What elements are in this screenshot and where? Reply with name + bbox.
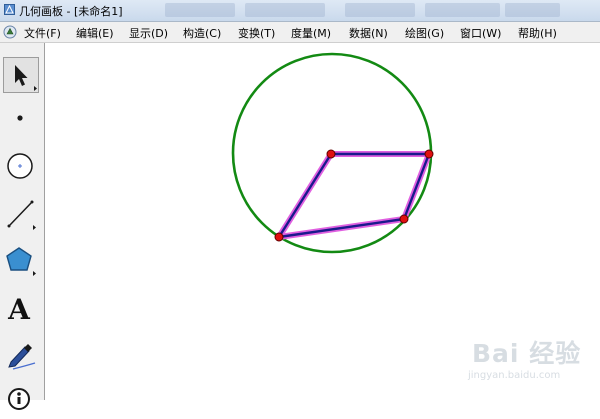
background-tab: [425, 3, 500, 17]
title-bar: 几何画板 - [未命名1]: [0, 0, 600, 22]
app-icon: [4, 4, 15, 15]
info-icon: [8, 388, 30, 410]
text-icon: A: [7, 293, 31, 326]
straightedge-tool[interactable]: [3, 197, 39, 233]
menu-data[interactable]: 数据(N): [349, 25, 388, 41]
background-tab: [345, 3, 415, 17]
menu-graph[interactable]: 绘图(G): [405, 25, 444, 41]
point[interactable]: [274, 232, 284, 242]
watermark-url: jingyan.baidu.com: [468, 370, 561, 381]
baidu-watermark: Bai 经验 jingyan.baidu.com: [462, 330, 592, 392]
background-tab: [165, 3, 235, 17]
info-tool[interactable]: [3, 383, 39, 419]
menu-display[interactable]: 显示(D): [129, 25, 168, 41]
straightedge-line-icon: [7, 200, 36, 230]
background-tab: [505, 3, 560, 17]
background-tab: [245, 3, 325, 17]
menu-help[interactable]: 帮助(H): [518, 25, 557, 41]
polygon-tool[interactable]: [3, 243, 39, 279]
watermark-text: Bai 经验: [472, 339, 582, 368]
menu-construct[interactable]: 构造(C): [183, 25, 221, 41]
menu-file[interactable]: 文件(F): [24, 25, 61, 41]
point-tool[interactable]: [3, 101, 39, 137]
compass-tool[interactable]: [3, 149, 39, 185]
marker-tool[interactable]: [3, 336, 39, 372]
toolbox: A: [0, 43, 45, 410]
quadrilateral-highlight: [276, 151, 432, 240]
menu-window[interactable]: 窗口(W): [460, 25, 501, 41]
marker-pen-icon: [8, 344, 36, 370]
arrow-select-icon: [15, 65, 37, 91]
compass-circle-icon: [7, 153, 33, 179]
document-icon[interactable]: [3, 25, 17, 39]
menu-transform[interactable]: 变换(T): [238, 25, 275, 41]
menu-measure[interactable]: 度量(M): [291, 25, 331, 41]
menu-edit[interactable]: 编辑(E): [76, 25, 114, 41]
point[interactable]: [326, 149, 336, 159]
point-icon: [17, 115, 23, 121]
menu-bar: 文件(F) 编辑(E) 显示(D) 构造(C) 变换(T) 度量(M) 数据(N…: [0, 22, 600, 43]
window-title: 几何画板 - [未命名1]: [19, 5, 123, 18]
text-tool-glyph: A: [7, 293, 31, 326]
text-tool[interactable]: A: [3, 291, 39, 327]
point[interactable]: [424, 149, 434, 159]
polygon-icon: [6, 247, 36, 276]
point[interactable]: [399, 214, 409, 224]
arrow-tool[interactable]: [3, 57, 39, 93]
